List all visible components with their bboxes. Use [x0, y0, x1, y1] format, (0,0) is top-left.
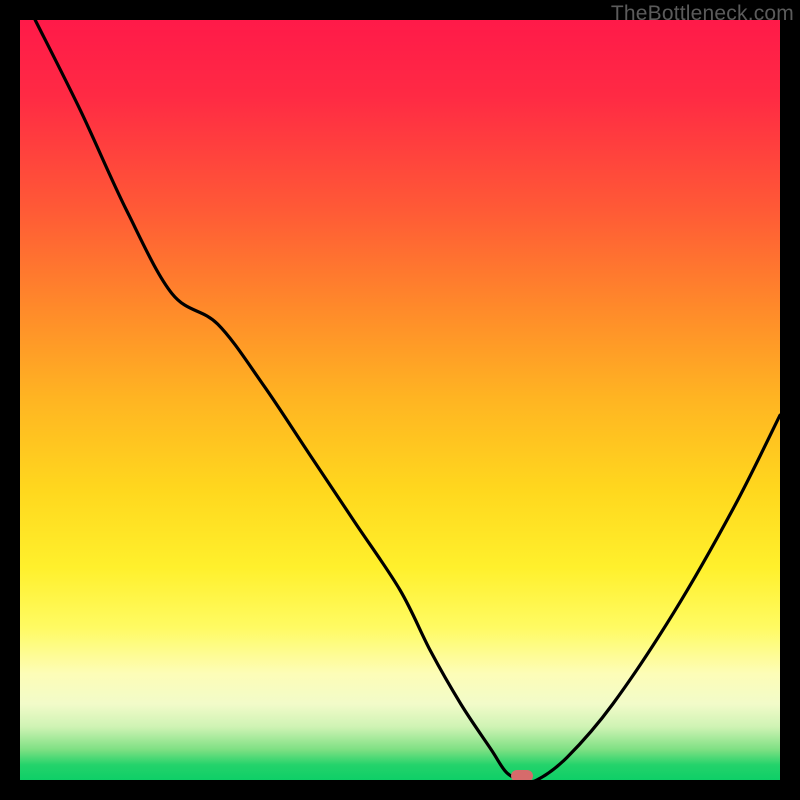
plot-area — [20, 20, 780, 780]
chart-frame: TheBottleneck.com — [0, 0, 800, 800]
bottleneck-curve — [20, 20, 780, 780]
optimal-marker — [511, 770, 533, 780]
